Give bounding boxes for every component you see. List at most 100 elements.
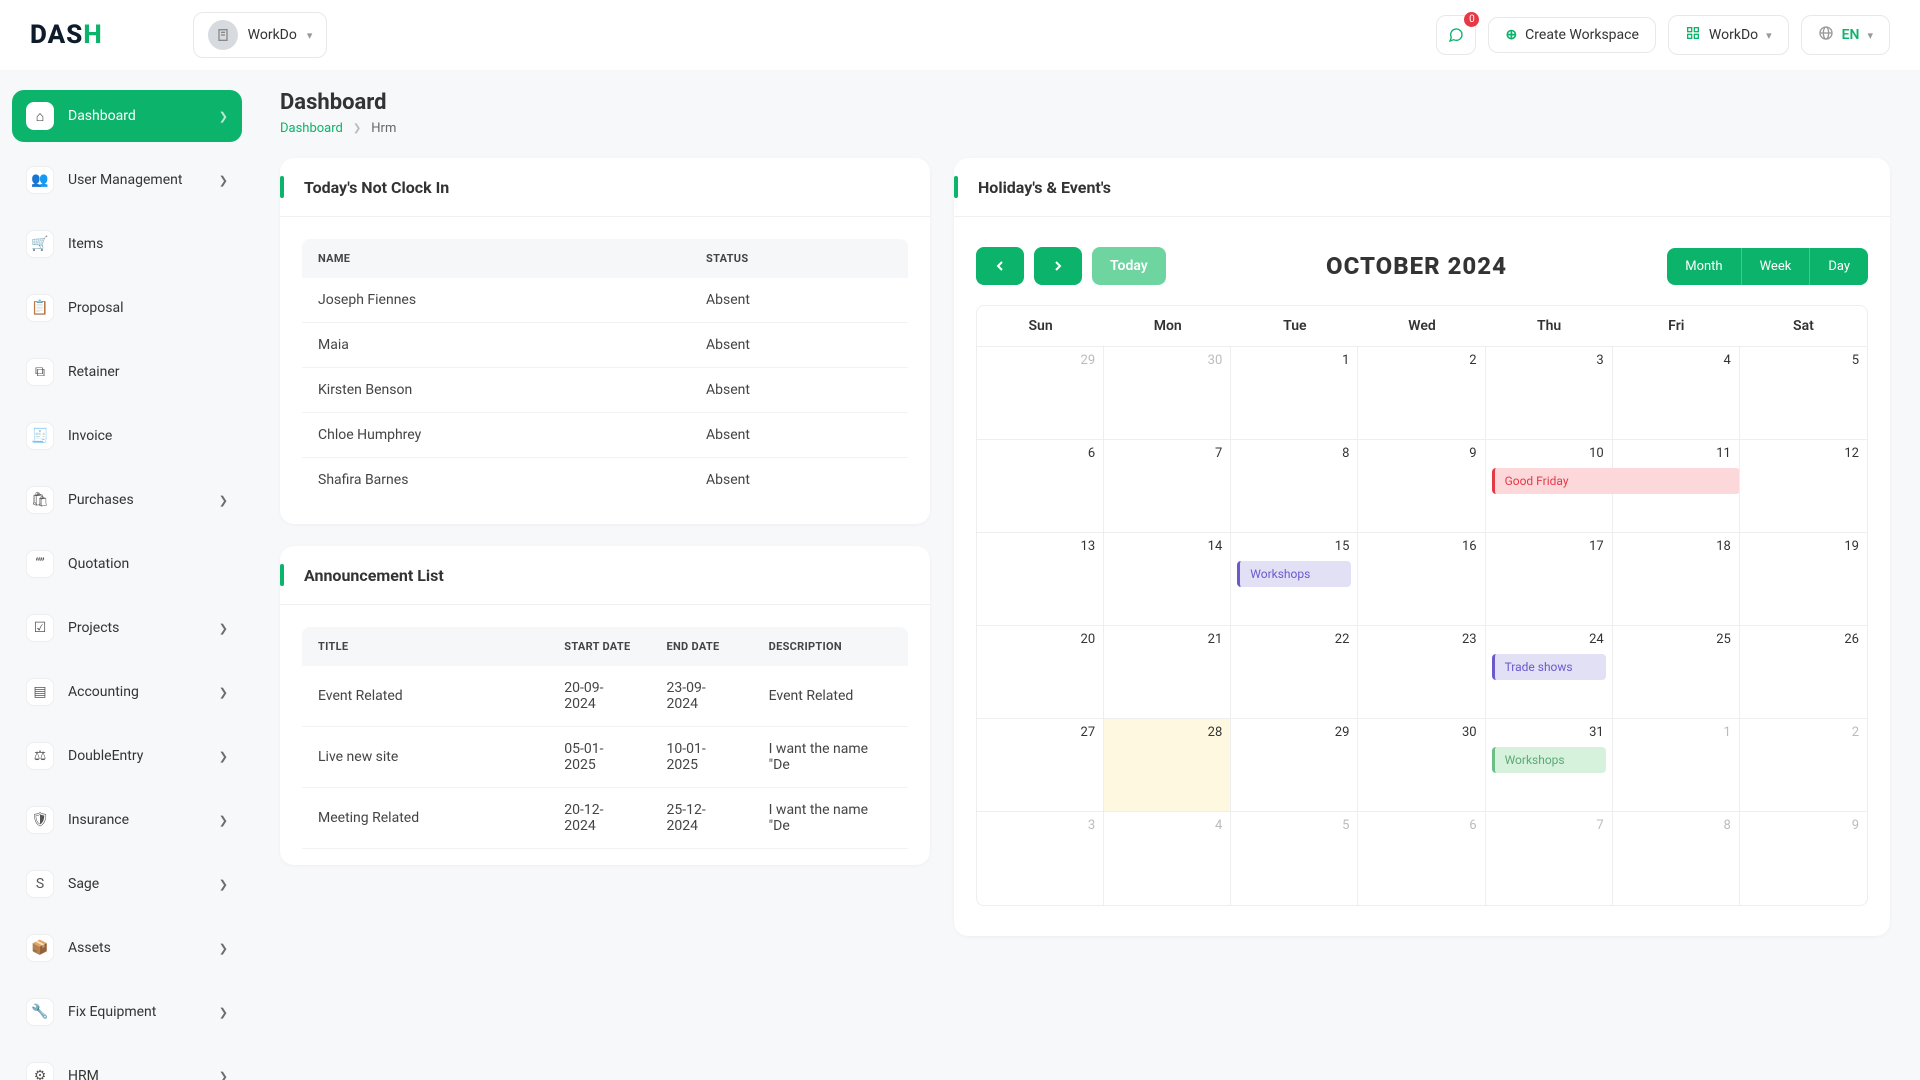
cal-day[interactable]: 26 — [1740, 626, 1867, 719]
sidebar-item-sage[interactable]: S Sage ❯ — [12, 858, 242, 910]
cal-day[interactable]: 22 — [1231, 626, 1358, 719]
sidebar-label: Fix Equipment — [68, 1004, 156, 1020]
cal-day[interactable]: 4 — [1104, 812, 1231, 905]
sidebar-item-fix-equipment[interactable]: 🔧 Fix Equipment ❯ — [12, 986, 242, 1038]
chat-icon — [1448, 27, 1464, 43]
cal-day[interactable]: 9 — [1358, 440, 1485, 533]
create-workspace-button[interactable]: ⊕ Create Workspace — [1488, 17, 1655, 53]
cal-day[interactable]: 29 — [977, 347, 1104, 440]
cal-day[interactable]: 24Trade shows — [1486, 626, 1613, 719]
cal-day[interactable]: 30 — [1358, 719, 1485, 812]
cal-day[interactable]: 7 — [1104, 440, 1231, 533]
cell-name: Kirsten Benson — [302, 368, 690, 413]
cal-day[interactable]: 19 — [1740, 533, 1867, 626]
cal-day[interactable]: 2 — [1358, 347, 1485, 440]
cal-day[interactable]: 17 — [1486, 533, 1613, 626]
calendar-card: Holiday's & Event's Today OCTOBER 2024 M… — [954, 158, 1890, 936]
language-label: EN — [1842, 27, 1860, 43]
cal-day[interactable]: 27 — [977, 719, 1104, 812]
sidebar-item-retainer[interactable]: ⧉ Retainer — [12, 346, 242, 398]
clockin-title: Today's Not Clock In — [304, 178, 449, 197]
cal-day[interactable]: 23 — [1358, 626, 1485, 719]
cal-day[interactable]: 15Workshops — [1231, 533, 1358, 626]
cal-event[interactable]: Workshops — [1237, 561, 1351, 587]
cal-day[interactable]: 29 — [1231, 719, 1358, 812]
cal-day[interactable]: 13 — [977, 533, 1104, 626]
sidebar-item-insurance[interactable]: 🛡 Insurance ❯ — [12, 794, 242, 846]
cal-day[interactable]: 6 — [977, 440, 1104, 533]
workdo-menu-button[interactable]: WorkDo ▾ — [1668, 15, 1789, 55]
cell-title: Event Related — [302, 666, 548, 727]
sidebar-item-purchases[interactable]: 🛍 Purchases ❯ — [12, 474, 242, 526]
language-selector[interactable]: EN ▾ — [1801, 15, 1890, 55]
cal-day[interactable]: 10Good Friday — [1486, 440, 1613, 533]
cal-day[interactable]: 25 — [1613, 626, 1740, 719]
cal-day-number: 22 — [1335, 632, 1350, 647]
cal-day[interactable]: 1 — [1231, 347, 1358, 440]
cal-day[interactable]: 5 — [1740, 347, 1867, 440]
cal-day[interactable]: 9 — [1740, 812, 1867, 905]
cal-today-button[interactable]: Today — [1092, 247, 1166, 285]
cal-day[interactable]: 8 — [1613, 812, 1740, 905]
cal-day[interactable]: 30 — [1104, 347, 1231, 440]
sidebar-item-projects[interactable]: ☑ Projects ❯ — [12, 602, 242, 654]
sidebar-item-proposal[interactable]: 📋 Proposal — [12, 282, 242, 334]
workspace-selector[interactable]: WorkDo ▾ — [193, 12, 328, 58]
sidebar-item-doubleentry[interactable]: ⚖ DoubleEntry ❯ — [12, 730, 242, 782]
cal-day[interactable]: 3 — [977, 812, 1104, 905]
sidebar-item-hrm[interactable]: ⚙ HRM ❯ — [12, 1050, 242, 1080]
accent-bar — [280, 176, 284, 198]
cal-day[interactable]: 12 — [1740, 440, 1867, 533]
sidebar-item-quotation[interactable]: “” Quotation — [12, 538, 242, 590]
cal-next-button[interactable] — [1034, 247, 1082, 285]
cal-day[interactable]: 2 — [1740, 719, 1867, 812]
cal-day-number: 16 — [1462, 539, 1477, 554]
cal-day[interactable]: 8 — [1231, 440, 1358, 533]
sidebar-label: Purchases — [68, 492, 134, 508]
cal-day[interactable]: 1 — [1613, 719, 1740, 812]
sidebar-label: User Management — [68, 172, 182, 188]
col-name: NAME — [302, 239, 690, 278]
cal-event[interactable]: Trade shows — [1492, 654, 1606, 680]
cell-status: Absent — [690, 413, 908, 458]
cal-prev-button[interactable] — [976, 247, 1024, 285]
sidebar-item-accounting[interactable]: ▤ Accounting ❯ — [12, 666, 242, 718]
sidebar-icon: 🛡 — [26, 806, 54, 834]
cal-day[interactable]: 20 — [977, 626, 1104, 719]
breadcrumb-root[interactable]: Dashboard — [280, 121, 343, 136]
cal-day-number: 28 — [1208, 725, 1223, 740]
cal-day[interactable]: 18 — [1613, 533, 1740, 626]
cell-status: Absent — [690, 323, 908, 368]
cal-day-header: Thu — [1486, 306, 1613, 347]
sidebar-item-user-management[interactable]: 👥 User Management ❯ — [12, 154, 242, 206]
sidebar-label: Invoice — [68, 428, 112, 444]
calendar-title: Holiday's & Event's — [978, 178, 1111, 197]
sidebar-icon: ⚖ — [26, 742, 54, 770]
cal-day[interactable]: 11 — [1613, 440, 1740, 533]
cal-day[interactable]: 16 — [1358, 533, 1485, 626]
cal-view-day[interactable]: Day — [1810, 248, 1868, 285]
cal-view-month[interactable]: Month — [1667, 248, 1741, 285]
sidebar-icon: ▤ — [26, 678, 54, 706]
cal-event[interactable]: Workshops — [1492, 747, 1606, 773]
calendar-month-title: OCTOBER 2024 — [1326, 252, 1507, 280]
cal-day[interactable]: 28 — [1104, 719, 1231, 812]
cell-desc: Event Related — [753, 666, 908, 727]
cal-day[interactable]: 3 — [1486, 347, 1613, 440]
cal-day[interactable]: 31Workshops — [1486, 719, 1613, 812]
sidebar-item-items[interactable]: 🛒 Items — [12, 218, 242, 270]
logo[interactable]: DASH — [30, 20, 173, 50]
chevron-right-icon: ❯ — [219, 622, 228, 635]
breadcrumb-current: Hrm — [371, 121, 396, 136]
cal-day[interactable]: 6 — [1358, 812, 1485, 905]
cal-day[interactable]: 5 — [1231, 812, 1358, 905]
cal-day[interactable]: 21 — [1104, 626, 1231, 719]
sidebar-item-assets[interactable]: 📦 Assets ❯ — [12, 922, 242, 974]
sidebar-item-dashboard[interactable]: ⌂ Dashboard ❯ — [12, 90, 242, 142]
sidebar-item-invoice[interactable]: 🧾 Invoice — [12, 410, 242, 462]
cal-day[interactable]: 14 — [1104, 533, 1231, 626]
cal-view-week[interactable]: Week — [1742, 248, 1811, 285]
cal-day[interactable]: 4 — [1613, 347, 1740, 440]
messages-button[interactable]: 0 — [1436, 15, 1476, 55]
cal-day[interactable]: 7 — [1486, 812, 1613, 905]
